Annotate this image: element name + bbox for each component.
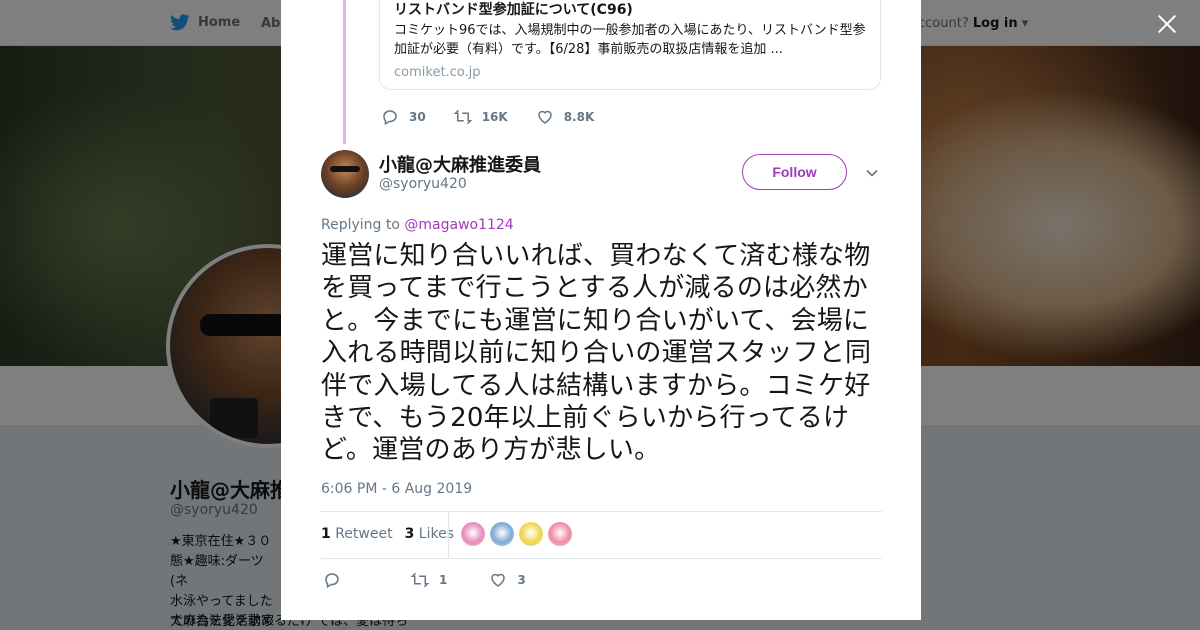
like-count: 3 — [517, 573, 526, 587]
link-card[interactable]: リストバンド型参加証について(C96) コミケット96では、入場規制中の一般参加… — [379, 0, 881, 90]
card-description: コミケット96では、入場規制中の一般参加者の入場にあたり、リストバンド型参加証が… — [394, 23, 866, 57]
heart-icon — [537, 110, 552, 124]
author-avatar[interactable] — [321, 150, 369, 198]
retweet-button[interactable]: 16K — [453, 108, 508, 126]
retweet-icon — [453, 109, 472, 125]
retweet-count: 16K — [481, 110, 508, 124]
author-handle[interactable]: @syoryu420 — [379, 176, 467, 192]
like-stat[interactable]: 3 Likes — [405, 526, 454, 542]
replying-prefix: Replying to — [321, 217, 400, 233]
stats-bottom-divider — [321, 558, 882, 559]
retweet-button[interactable]: 1 — [411, 571, 447, 589]
chevron-down-icon[interactable] — [865, 166, 879, 180]
liker-avatar[interactable] — [490, 522, 514, 546]
parent-tweet-actions: 30 16K 8.8K — [381, 108, 594, 126]
card-title: リストバンド型参加証について(C96) — [394, 2, 633, 18]
close-icon[interactable] — [1154, 12, 1180, 38]
retweet-stat-label: Retweet — [335, 526, 393, 542]
thread-connector — [343, 0, 346, 144]
like-stat-count: 3 — [404, 526, 415, 542]
reply-button[interactable]: 30 — [381, 108, 426, 126]
stats-top-divider — [321, 511, 882, 512]
liker-avatar[interactable] — [461, 522, 485, 546]
replying-to: Replying to @magawo1124 — [321, 217, 514, 233]
stats-separator — [448, 512, 449, 558]
tweet-timestamp[interactable]: 6:06 PM - 6 Aug 2019 — [321, 481, 472, 497]
reply-icon — [325, 573, 339, 589]
replying-to-handle[interactable]: @magawo1124 — [404, 217, 513, 233]
follow-button[interactable]: Follow — [742, 154, 847, 190]
liker-avatars — [461, 522, 572, 546]
tweet-text: 運営に知り合いいれば、買わなくて済む様な物を買ってまで行こうとする人が減るのは必… — [321, 241, 872, 466]
like-count: 8.8K — [563, 110, 595, 124]
reply-button[interactable] — [323, 571, 341, 589]
card-domain: comiket.co.jp — [394, 65, 481, 80]
retweet-stat-count: 1 — [321, 526, 331, 542]
liker-avatar[interactable] — [519, 522, 543, 546]
author-name[interactable]: 小龍@大麻推進委員 — [379, 151, 541, 177]
reply-count: 30 — [409, 110, 426, 124]
like-button[interactable]: 3 — [489, 571, 526, 589]
retweet-count: 1 — [439, 573, 448, 587]
tweet-actions: 1 3 — [323, 571, 568, 589]
reply-icon — [383, 110, 397, 126]
liker-avatar[interactable] — [548, 522, 572, 546]
tweet-stats: 1 Retweet 3 Likes — [321, 526, 454, 542]
retweet-stat[interactable]: 1 Retweet — [321, 526, 393, 542]
heart-icon — [491, 573, 506, 587]
tweet-modal: リストバンド型参加証について(C96) コミケット96では、入場規制中の一般参加… — [281, 0, 921, 620]
like-button[interactable]: 8.8K — [536, 108, 595, 126]
retweet-icon — [411, 572, 429, 588]
